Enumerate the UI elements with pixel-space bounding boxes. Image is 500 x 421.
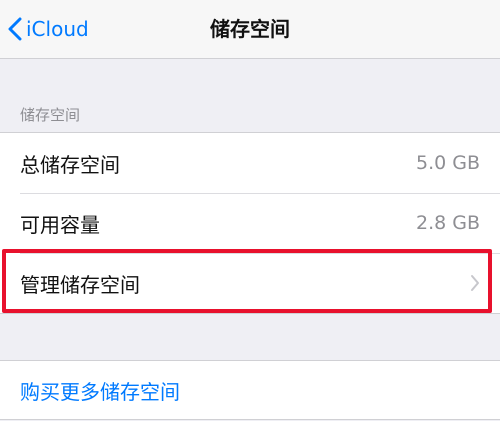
total-storage-value: 5.0 GB (415, 152, 480, 174)
available-storage-value: 2.8 GB (415, 212, 480, 234)
navigation-bar: iCloud 储存空间 (0, 0, 500, 59)
available-storage-label: 可用容量 (20, 212, 100, 237)
highlight-box (2, 249, 492, 313)
page-title: 储存空间 (210, 17, 290, 41)
buy-more-storage-row[interactable]: 购买更多储存空间 (0, 361, 500, 419)
total-storage-row: 总储存空间 5.0 GB (0, 133, 500, 193)
buy-more-storage-link[interactable]: 购买更多储存空间 (20, 376, 180, 405)
total-storage-label: 总储存空间 (20, 152, 120, 177)
available-storage-row: 可用容量 2.8 GB (0, 193, 500, 253)
purchase-group: 购买更多储存空间 (0, 360, 500, 420)
section-header-storage: 储存空间 (20, 106, 81, 124)
